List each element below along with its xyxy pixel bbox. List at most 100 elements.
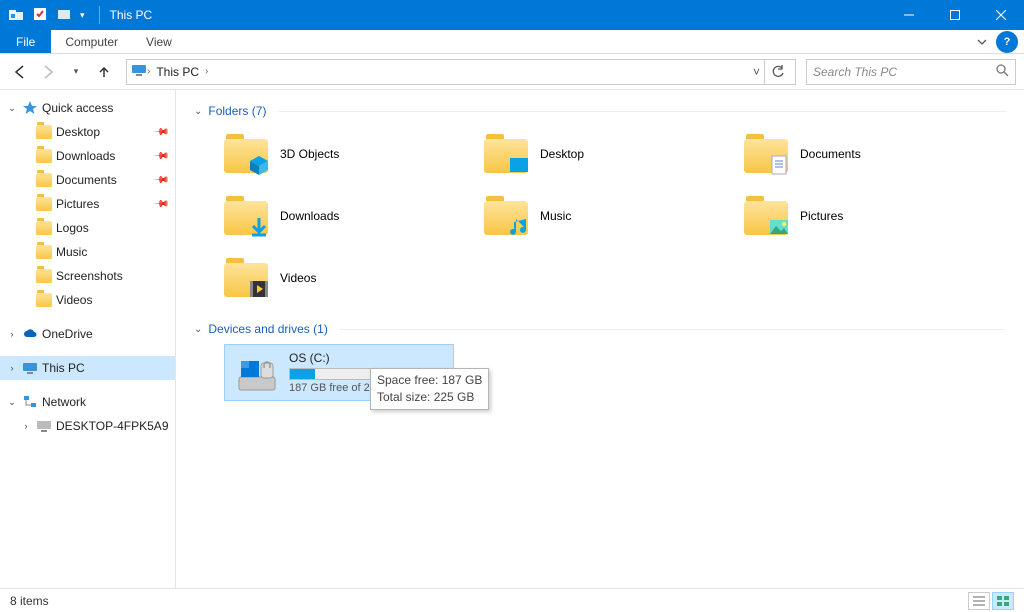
folder-item[interactable]: Videos — [224, 250, 474, 306]
qat-new-folder-icon[interactable] — [56, 6, 72, 25]
folder-icon — [36, 124, 52, 140]
forward-button[interactable] — [36, 60, 60, 84]
chevron-right-icon[interactable]: › — [20, 421, 32, 431]
cube-icon — [248, 154, 270, 176]
view-large-icons-button[interactable] — [992, 592, 1014, 610]
minimize-button[interactable] — [886, 0, 932, 30]
address-bar[interactable]: › This PC › ˅ — [126, 59, 796, 85]
folder-icon — [484, 196, 528, 236]
item-count: 8 items — [10, 594, 49, 608]
tree-this-pc[interactable]: › This PC — [0, 356, 175, 380]
folder-icon — [36, 292, 52, 308]
group-label: Folders (7) — [208, 104, 266, 118]
tree-label: Quick access — [42, 101, 113, 115]
view-details-button[interactable] — [968, 592, 990, 610]
tree-network[interactable]: ⌄ Network — [0, 390, 175, 414]
folder-icon — [224, 258, 268, 298]
folder-icon — [36, 172, 52, 188]
qat-dropdown-icon[interactable]: ▾ — [80, 10, 85, 21]
tree-label: Downloads — [56, 149, 115, 163]
search-input[interactable]: Search This PC — [806, 59, 1016, 85]
tree-label: Desktop — [56, 125, 100, 139]
refresh-button[interactable] — [764, 60, 791, 84]
app-icon — [8, 7, 24, 23]
tree-label: Pictures — [56, 197, 99, 211]
chevron-right-icon[interactable]: › — [6, 363, 18, 373]
close-button[interactable] — [978, 0, 1024, 30]
sidebar-quick-item[interactable]: ›Documents📌 — [0, 168, 175, 192]
tree-label: Music — [56, 245, 87, 259]
star-icon — [22, 100, 38, 116]
folder-item[interactable]: Desktop — [484, 126, 734, 182]
folder-item[interactable]: Pictures — [744, 188, 994, 244]
folder-item[interactable]: 3D Objects — [224, 126, 474, 182]
tooltip-line: Space free: 187 GB — [377, 372, 482, 389]
folder-item[interactable]: Downloads — [224, 188, 474, 244]
desktop-icon — [508, 154, 530, 176]
sidebar-quick-item[interactable]: ›Downloads📌 — [0, 144, 175, 168]
folder-item[interactable]: Documents — [744, 126, 994, 182]
folder-icon — [36, 148, 52, 164]
quick-access-toolbar: ▾ — [0, 6, 93, 25]
sidebar-quick-item[interactable]: ›Logos — [0, 216, 175, 240]
pin-icon: 📌 — [152, 172, 169, 189]
up-button[interactable] — [92, 60, 116, 84]
folder-icon — [36, 196, 52, 212]
tab-view[interactable]: View — [132, 30, 186, 53]
tree-label: This PC — [42, 361, 85, 375]
tree-quick-access[interactable]: ⌄ Quick access — [0, 96, 175, 120]
tree-onedrive[interactable]: › OneDrive — [0, 322, 175, 346]
folder-icon — [224, 134, 268, 174]
down-icon — [248, 216, 270, 238]
help-button[interactable]: ? — [996, 31, 1018, 53]
navigation-pane: ⌄ Quick access ›Desktop📌›Downloads📌›Docu… — [0, 90, 176, 588]
folder-icon — [224, 196, 268, 236]
chevron-down-icon[interactable]: ⌄ — [6, 397, 18, 408]
tree-network-computer[interactable]: › DESKTOP-4FPK5A9 — [0, 414, 175, 438]
sidebar-quick-item[interactable]: ›Videos — [0, 288, 175, 312]
music-icon — [508, 216, 530, 238]
qat-properties-icon[interactable] — [32, 6, 48, 25]
video-icon — [248, 278, 270, 300]
tab-computer[interactable]: Computer — [51, 30, 132, 53]
chevron-down-icon[interactable]: ⌄ — [6, 103, 18, 114]
sidebar-quick-item[interactable]: ›Music — [0, 240, 175, 264]
recent-locations-button[interactable]: ▾ — [64, 60, 88, 84]
folder-icon — [744, 196, 788, 236]
folder-icon — [744, 134, 788, 174]
pic-icon — [768, 216, 790, 238]
sidebar-quick-item[interactable]: ›Screenshots — [0, 264, 175, 288]
search-icon — [995, 63, 1009, 80]
chevron-down-icon: ⌄ — [194, 106, 202, 117]
pin-icon: 📌 — [152, 148, 169, 165]
tree-label: Network — [42, 395, 86, 409]
group-folders-header[interactable]: ⌄ Folders (7) — [194, 104, 1006, 118]
folder-icon — [484, 134, 528, 174]
sidebar-quick-item[interactable]: ›Desktop📌 — [0, 120, 175, 144]
folder-label: Music — [540, 209, 571, 223]
chevron-right-icon[interactable]: › — [6, 329, 18, 339]
this-pc-icon — [131, 62, 147, 81]
tree-label: DESKTOP-4FPK5A9 — [56, 419, 169, 433]
file-tab[interactable]: File — [0, 30, 51, 53]
back-button[interactable] — [8, 60, 32, 84]
title-bar: ▾ This PC — [0, 0, 1024, 30]
title-separator — [99, 6, 100, 24]
ribbon-tabs: File Computer View ? — [0, 30, 1024, 54]
tree-label: OneDrive — [42, 327, 93, 341]
maximize-button[interactable] — [932, 0, 978, 30]
tree-label: Videos — [56, 293, 92, 307]
address-history-icon[interactable]: ˅ — [749, 65, 764, 79]
breadcrumb-this-pc[interactable]: This PC — [150, 65, 205, 79]
folder-item[interactable]: Music — [484, 188, 734, 244]
pin-icon: 📌 — [152, 124, 169, 141]
chevron-down-icon: ⌄ — [194, 324, 202, 335]
group-drives-header[interactable]: ⌄ Devices and drives (1) — [194, 322, 1006, 336]
folder-label: Pictures — [800, 209, 843, 223]
ribbon-collapse-icon[interactable] — [968, 30, 996, 53]
folder-label: 3D Objects — [280, 147, 339, 161]
pin-icon: 📌 — [152, 196, 169, 213]
chevron-right-icon[interactable]: › — [205, 66, 208, 77]
sidebar-quick-item[interactable]: ›Pictures📌 — [0, 192, 175, 216]
folder-icon — [36, 220, 52, 236]
